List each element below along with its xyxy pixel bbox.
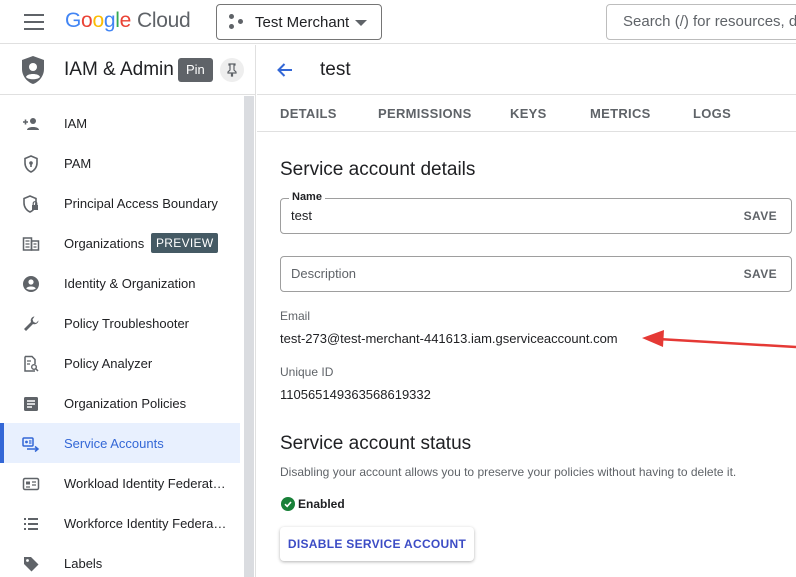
sidebar-item-label: Workforce Identity Federa… [64, 515, 227, 531]
pin-icon[interactable] [220, 58, 244, 82]
sidebar-item-label: Policy Troubleshooter [64, 315, 190, 331]
sidebar-item-label: Policy Analyzer [64, 355, 153, 371]
check-circle-icon [281, 497, 295, 511]
caret-down-icon [355, 20, 367, 26]
page-header: test [257, 45, 796, 95]
main-content: test DETAILS PERMISSIONS KEYS METRICS LO… [257, 45, 796, 577]
sidebar-item-identity-organization[interactable]: Identity & Organization [0, 263, 240, 303]
sidebar-item-label: Service Accounts [64, 435, 164, 451]
sidebar-item-policy-analyzer[interactable]: Policy Analyzer [0, 343, 240, 383]
sidebar-item-workforce-identity-federation[interactable]: Workforce Identity Federa… [0, 503, 240, 543]
person-add-icon [23, 118, 39, 130]
shield-lock-icon [23, 195, 38, 213]
status-description: Disabling your account allows you to pre… [280, 465, 737, 479]
unique-id-label: Unique ID [280, 365, 334, 379]
tag-icon [24, 557, 39, 572]
sidebar-item-label: Principal Access Boundary [64, 195, 218, 211]
sidebar-item-label: Identity & Organization [64, 275, 196, 291]
description-placeholder: Description [291, 266, 357, 281]
document-search-icon [24, 355, 39, 372]
tab-details[interactable]: DETAILS [280, 106, 337, 121]
wrench-icon [24, 316, 39, 331]
product-title: IAM & Admin [64, 59, 174, 80]
menu-icon[interactable] [24, 14, 44, 30]
preview-badge: PREVIEW [151, 233, 219, 253]
tab-logs[interactable]: LOGS [693, 106, 731, 121]
sidebar-item-service-accounts[interactable]: Service Accounts [0, 423, 240, 463]
id-card-icon [22, 477, 40, 491]
list-icon [24, 518, 38, 530]
page-title: test [320, 59, 351, 80]
tab-keys[interactable]: KEYS [510, 106, 547, 121]
top-bar: Google Cloud Test Merchant Search (/) for… [0, 0, 796, 44]
list-doc-icon [24, 397, 38, 411]
save-name-button[interactable]: SAVE [744, 209, 777, 223]
details-section-title: Service account details [280, 159, 476, 180]
sidebar-item-pam[interactable]: PAM [0, 143, 240, 183]
account-circle-icon [23, 276, 39, 292]
sidebar-header: IAM & Admin Pin [0, 45, 256, 95]
sidebar-item-label: Labels [64, 555, 103, 571]
disable-service-account-button[interactable]: DISABLE SERVICE ACCOUNT [280, 527, 474, 561]
sidebar-item-label: Organizations [64, 235, 145, 251]
shield-key-icon [24, 155, 38, 173]
annotation-arrow-icon [642, 330, 796, 349]
sidebar-item-label: Workload Identity Federat… [64, 475, 226, 491]
building-icon [22, 237, 40, 251]
sidebar-item-labels[interactable]: Labels [0, 543, 240, 577]
name-field-value: test [291, 208, 312, 223]
sidebar-nav: IAM PAM Principal Access Boundary Organi… [0, 103, 240, 577]
name-field-label: Name [289, 191, 325, 203]
iam-shield-icon [22, 56, 44, 84]
tab-permissions[interactable]: PERMISSIONS [378, 106, 472, 121]
sidebar-item-label: Organization Policies [64, 395, 187, 411]
back-arrow-icon[interactable] [275, 60, 295, 80]
sidebar-item-label: PAM [64, 155, 92, 171]
name-field[interactable]: Name test SAVE [280, 191, 792, 234]
pin-badge: Pin [178, 58, 213, 82]
email-value: test-273@test-merchant-441613.iam.gservi… [280, 331, 618, 346]
tab-metrics[interactable]: METRICS [590, 106, 651, 121]
description-field[interactable]: Description SAVE [280, 256, 792, 292]
sidebar-scrollbar[interactable] [244, 96, 254, 577]
search-input[interactable]: Search (/) for resources, docs [606, 4, 796, 40]
project-name: Test Merchant [255, 13, 350, 31]
service-account-icon [22, 437, 40, 453]
sidebar-item-iam[interactable]: IAM [0, 103, 240, 143]
status-text: Enabled [298, 497, 345, 511]
sidebar-item-label: IAM [64, 115, 88, 131]
status-section-title: Service account status [280, 433, 472, 454]
email-label: Email [280, 309, 311, 323]
google-cloud-logo[interactable]: Google Cloud [65, 9, 191, 33]
project-dots-icon [229, 14, 245, 30]
sidebar-item-principal-access-boundary[interactable]: Principal Access Boundary [0, 183, 240, 223]
project-picker[interactable]: Test Merchant [216, 4, 382, 40]
sidebar: IAM & Admin Pin IAM PAM Principal Access… [0, 45, 256, 577]
sidebar-item-policy-troubleshooter[interactable]: Policy Troubleshooter [0, 303, 240, 343]
sidebar-item-organization-policies[interactable]: Organization Policies [0, 383, 240, 423]
unique-id-value: 110565149363568619332 [280, 387, 431, 402]
save-description-button[interactable]: SAVE [744, 267, 777, 281]
tab-bar: DETAILS PERMISSIONS KEYS METRICS LOGS [257, 96, 796, 132]
sidebar-item-workload-identity-federation[interactable]: Workload Identity Federat… [0, 463, 240, 503]
status-badge: Enabled [281, 497, 345, 511]
sidebar-item-organizations[interactable]: Organizations PREVIEW [0, 223, 240, 263]
